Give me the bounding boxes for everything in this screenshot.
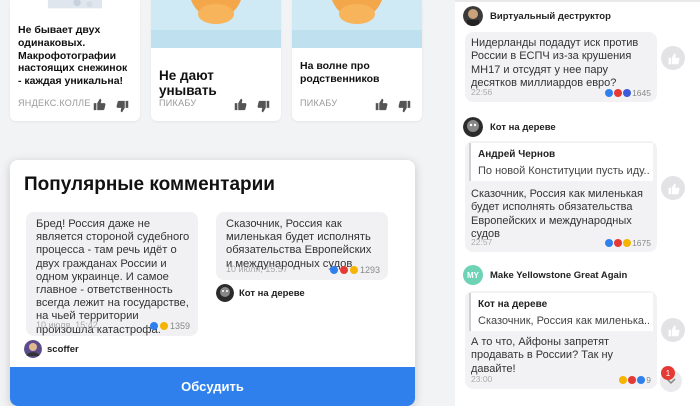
comment-author[interactable]: scoffer xyxy=(24,340,79,358)
reaction-count: 9 xyxy=(646,375,651,385)
reactions[interactable]: 1293 xyxy=(329,265,380,275)
laugh-reaction-icon xyxy=(619,376,628,384)
author-name: Make Yellowstone Great Again xyxy=(490,269,628,281)
author-name: Кот на дереве xyxy=(239,287,305,299)
card-source: ПИКАБУ xyxy=(159,98,197,108)
avatar xyxy=(24,340,42,358)
reaction-count: 1645 xyxy=(632,88,651,98)
article-card-snowflakes[interactable]: Не бывает двух одинаковых. Макрофотограф… xyxy=(10,0,140,121)
comment-time: 22:56 xyxy=(471,87,493,97)
comment-time: 10 июля, 15:42 xyxy=(36,320,98,330)
notification-badge[interactable]: 1 xyxy=(661,366,675,380)
comment-time: 10 июля, 15:57 xyxy=(226,264,288,274)
author-name: Кот на дереве xyxy=(490,121,556,133)
card-title[interactable]: На волне про родственников xyxy=(300,60,414,86)
comment-time: 22:57 xyxy=(471,237,493,247)
comment-time: 23:00 xyxy=(471,374,493,384)
comment[interactable]: Нидерланды подадут иск против России в Е… xyxy=(465,32,657,102)
thumbs-down-icon[interactable] xyxy=(257,100,271,114)
comment[interactable]: Кот на дереве Сказочник, Россия как миле… xyxy=(465,291,657,389)
comment-text: Нидерланды подадут иск против России в Е… xyxy=(471,37,639,89)
article-card-relatives[interactable]: На волне про родственников ПИКАБУ xyxy=(292,0,422,121)
angry-reaction-icon xyxy=(339,266,348,274)
divider xyxy=(455,0,700,2)
comment-author[interactable]: Виртуальный деструктор xyxy=(463,6,611,26)
avatar xyxy=(216,284,234,302)
comments-sidebar: Виртуальный деструктор Нидерланды подаду… xyxy=(455,0,700,406)
card-source: ЯНДЕКС.КОЛЛЕК... xyxy=(18,98,90,108)
card-image xyxy=(47,0,103,9)
quote-author: Кот на дереве xyxy=(478,299,548,310)
comment[interactable]: Андрей Чернов По новой Конституции пусть… xyxy=(465,141,657,252)
laugh-reaction-icon xyxy=(159,322,168,330)
angry-reaction-icon xyxy=(628,376,637,384)
panel-title: Популярные комментарии xyxy=(24,174,275,195)
reactions[interactable]: 1645 xyxy=(605,88,651,98)
like-reaction-icon xyxy=(605,89,614,97)
thumbs-up-icon xyxy=(668,183,679,194)
dislike-reaction-icon xyxy=(623,89,632,97)
reaction-count: 1359 xyxy=(169,321,190,331)
reaction-count: 1675 xyxy=(632,238,651,248)
laugh-reaction-icon xyxy=(349,266,358,274)
like-reaction-icon xyxy=(605,239,614,247)
card-image xyxy=(151,0,281,48)
avatar: MY xyxy=(463,265,483,285)
avatar xyxy=(463,117,483,137)
comment-author[interactable]: Кот на дереве xyxy=(463,117,556,137)
card-title[interactable]: Не дают унывать xyxy=(159,68,273,98)
like-reaction-icon xyxy=(637,376,646,384)
like-reaction-icon xyxy=(329,266,338,274)
article-card-cartoon[interactable]: Не дают унывать ПИКАБУ xyxy=(151,0,281,121)
avatar xyxy=(463,6,483,26)
thumbs-up-icon[interactable] xyxy=(233,97,247,111)
thumbs-up-icon[interactable] xyxy=(92,97,106,111)
comment-text: Сказочник, Россия как миленькая будет ис… xyxy=(226,218,372,270)
thumbs-down-icon[interactable] xyxy=(398,100,412,114)
laugh-reaction-icon xyxy=(623,239,632,247)
popular-comment[interactable]: Бред! Россия даже не является стороной с… xyxy=(26,212,198,336)
thumbs-up-icon[interactable] xyxy=(374,97,388,111)
comment-text: Сказочник, Россия как миленькая будет ис… xyxy=(471,188,644,240)
card-title[interactable]: Не бывает двух одинаковых. Макрофотограф… xyxy=(18,24,132,88)
thumbs-up-icon xyxy=(668,53,679,64)
like-reaction-icon xyxy=(149,322,158,330)
reactions[interactable]: 9 xyxy=(619,375,651,385)
popular-comment[interactable]: Сказочник, Россия как миленькая будет ис… xyxy=(216,212,388,280)
author-name: Виртуальный деструктор xyxy=(490,10,611,22)
popular-comments-panel: Популярные комментарии Бред! Россия даже… xyxy=(10,160,415,406)
reactions[interactable]: 1675 xyxy=(605,238,651,248)
comment-author[interactable]: MY Make Yellowstone Great Again xyxy=(463,265,627,285)
reactions[interactable]: 1359 xyxy=(149,321,190,331)
like-button[interactable] xyxy=(661,176,685,200)
card-source: ПИКАБУ xyxy=(300,98,338,108)
like-button[interactable] xyxy=(661,46,685,70)
quoted-comment[interactable]: Кот на дереве Сказочник, Россия как миле… xyxy=(469,293,653,331)
comment-author[interactable]: Кот на дереве xyxy=(216,284,305,302)
author-name: scoffer xyxy=(47,343,79,355)
card-image xyxy=(292,0,422,48)
comment-text: Бред! Россия даже не является стороной с… xyxy=(36,218,190,336)
quote-author: Андрей Чернов xyxy=(478,149,556,160)
comment-text: А то что, Айфоны запретят продавать в Ро… xyxy=(471,336,614,375)
reaction-count: 1293 xyxy=(359,265,380,275)
thumbs-down-icon[interactable] xyxy=(116,100,130,114)
thumbs-up-icon xyxy=(668,325,679,336)
quoted-comment[interactable]: Андрей Чернов По новой Конституции пусть… xyxy=(469,143,653,181)
angry-reaction-icon xyxy=(614,89,623,97)
quote-text: Сказочник, Россия как миленька... xyxy=(478,315,649,327)
quote-text: По новой Конституции пусть иду... xyxy=(478,165,649,177)
angry-reaction-icon xyxy=(614,239,623,247)
like-button[interactable] xyxy=(661,318,685,342)
discuss-button[interactable]: Обсудить xyxy=(10,367,415,406)
